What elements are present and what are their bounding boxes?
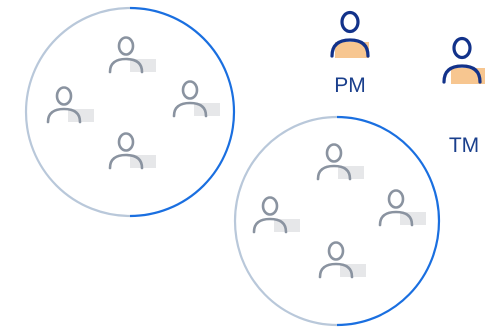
role-tm: TM [442,36,485,157]
team-1-member-1 [108,36,156,74]
team-2-member-3 [378,189,426,227]
team-1-member-3 [172,80,220,118]
team-2-member-1 [316,143,364,181]
team-group-2 [233,115,441,327]
role-pm: PM [330,10,370,97]
team-group-1 [24,6,236,218]
team-1-member-2 [46,86,94,124]
role-label-tm: TM [449,134,479,157]
team-1-member-4 [108,132,156,170]
team-2-member-4 [318,241,366,279]
team-structure-diagram: PM TM [24,6,485,327]
team-2-member-2 [252,196,300,234]
role-label-pm: PM [334,74,366,97]
